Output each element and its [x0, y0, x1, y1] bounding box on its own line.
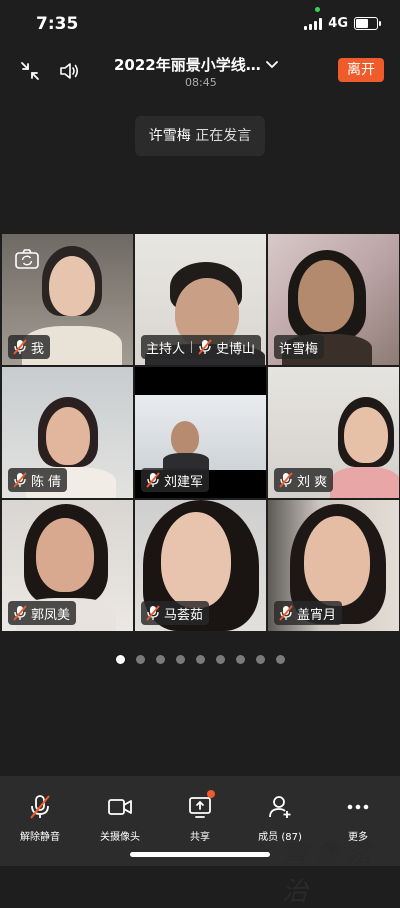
participant-name-tag: 马荟茹: [141, 601, 210, 625]
video-tile[interactable]: 陈 倩: [2, 367, 133, 498]
camera-switch-icon[interactable]: [14, 248, 40, 270]
participant-name: 刘 爽: [297, 474, 328, 490]
page-dot[interactable]: [135, 655, 145, 664]
mic-muted-icon: [279, 472, 293, 488]
battery-icon: [354, 17, 381, 30]
video-tile[interactable]: 刘建军: [135, 367, 266, 498]
participant-name: 马荟茹: [164, 607, 204, 623]
mic-muted-icon: [146, 605, 160, 621]
camera-off-button[interactable]: 关摄像头: [80, 794, 160, 843]
mic-muted-icon: [146, 472, 160, 488]
notification-dot: [207, 790, 215, 798]
participant-name-tag: 刘 爽: [274, 468, 334, 492]
network-type: 4G: [328, 16, 348, 31]
mic-muted-icon: [13, 472, 27, 488]
status-bar: 7:35 4G: [0, 0, 400, 48]
mic-muted-icon: [13, 605, 27, 621]
mic-muted-icon: [13, 339, 27, 355]
page-dot[interactable]: [215, 655, 225, 664]
video-tile-active-speaker[interactable]: 许雪梅: [268, 234, 399, 365]
video-tile[interactable]: 马荟茹: [135, 500, 266, 631]
participant-name-tag: 许雪梅: [274, 335, 325, 359]
unmute-button[interactable]: 解除静音: [0, 794, 80, 843]
participant-name-tag: 陈 倩: [8, 468, 68, 492]
camera-in-use-dot: [315, 7, 320, 12]
mic-muted-icon: [279, 605, 293, 621]
video-tile-self[interactable]: 我: [2, 234, 133, 365]
chevron-down-icon[interactable]: [264, 56, 280, 72]
participant-name: 郭凤美: [31, 607, 71, 623]
speaking-indicator: 许雪梅 正在发言: [135, 116, 265, 156]
participant-name-tag: 刘建军: [141, 468, 210, 492]
participant-name-tag: 主持人 史博山: [141, 335, 262, 359]
status-indicators: 4G: [304, 16, 381, 31]
host-label: 主持人: [146, 341, 186, 357]
watermark-logo: 齊魯法治: [282, 840, 379, 907]
share-button[interactable]: 共享: [160, 790, 240, 843]
share-label: 共享: [190, 832, 210, 843]
video-tile[interactable]: 郭凤美: [2, 500, 133, 631]
participant-name: 我: [31, 341, 45, 357]
speaking-status: 正在发言: [195, 128, 252, 144]
participant-name: 盖宵月: [297, 607, 337, 623]
page-indicator[interactable]: [0, 655, 400, 664]
page-dot[interactable]: [155, 655, 165, 664]
participant-name: 陈 倩: [31, 474, 62, 490]
participant-name: 史博山: [216, 341, 256, 357]
signal-icon: [304, 17, 323, 30]
mic-muted-icon: [30, 795, 50, 819]
page-dot[interactable]: [235, 655, 245, 664]
status-time: 7:35: [36, 14, 79, 34]
page-dot[interactable]: [175, 655, 185, 664]
meeting-timer: 08:45: [185, 76, 217, 89]
speaker-name: 许雪梅: [148, 128, 191, 144]
minimize-icon[interactable]: [19, 60, 41, 82]
video-tile[interactable]: 刘 爽: [268, 367, 399, 498]
video-tile[interactable]: 盖宵月: [268, 500, 399, 631]
participant-name: 刘建军: [164, 474, 204, 490]
unmute-label: 解除静音: [20, 832, 60, 843]
page-dot[interactable]: [255, 655, 265, 664]
home-indicator[interactable]: [130, 852, 270, 857]
mic-muted-icon: [198, 339, 212, 355]
more-icon: [347, 804, 369, 810]
page-dot[interactable]: [115, 655, 125, 664]
video-tile-host[interactable]: 主持人 史博山: [135, 234, 266, 365]
members-icon: [269, 796, 291, 818]
participant-name: 许雪梅: [279, 341, 319, 357]
page-dot[interactable]: [195, 655, 205, 664]
leave-button[interactable]: 离开: [338, 58, 384, 82]
participant-name-tag: 郭凤美: [8, 601, 77, 625]
video-grid: 我 主持人 史博山 许雪梅 陈 倩 刘建军 刘 爽 郭凤美 马荟茹 盖宵月: [0, 234, 400, 632]
page-dot[interactable]: [275, 655, 285, 664]
participant-name-tag: 盖宵月: [274, 601, 343, 625]
meeting-title[interactable]: 2022年丽景小学线…: [114, 54, 261, 75]
camera-off-label: 关摄像头: [100, 832, 140, 843]
participant-name-tag: 我: [8, 335, 51, 359]
video-camera-icon: [108, 799, 132, 815]
speaker-icon[interactable]: [58, 60, 80, 82]
meeting-header: 2022年丽景小学线… 08:45 离开: [0, 48, 400, 92]
